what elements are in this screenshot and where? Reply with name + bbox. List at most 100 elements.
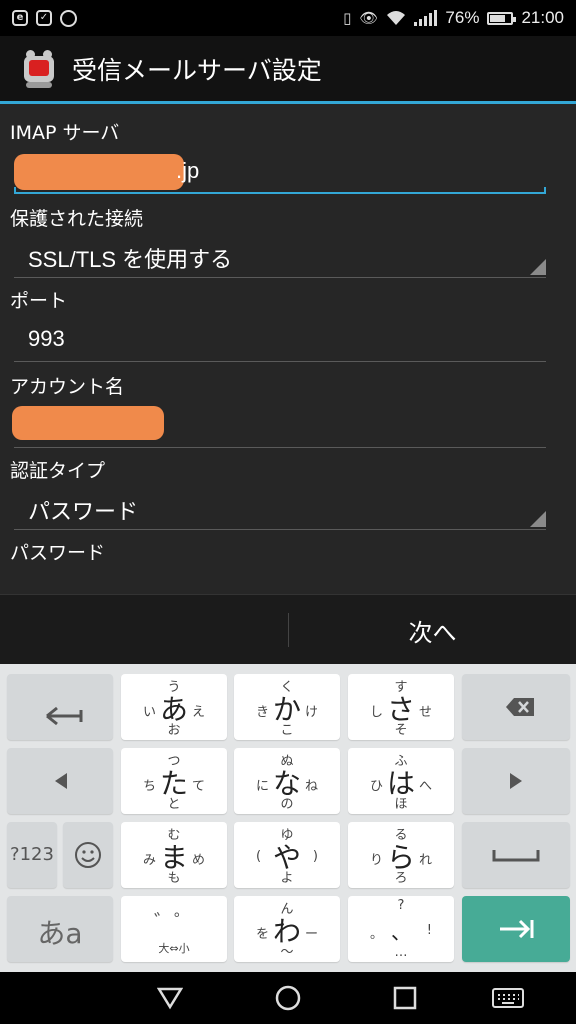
kana-down: の bbox=[280, 797, 294, 812]
emoji-key[interactable] bbox=[63, 822, 113, 888]
kana-left: し bbox=[370, 705, 384, 720]
vibrate-icon: ▯ bbox=[343, 9, 352, 27]
secure-connection-value: SSL/TLS を使用する bbox=[28, 247, 233, 272]
dropdown-arrow-icon bbox=[530, 511, 546, 527]
eye-icon: 👁 bbox=[359, 9, 379, 27]
server-settings-form: IMAP サーバ .jp 保護された接続 SSL/TLS を使用する ポート 9… bbox=[0, 104, 576, 594]
imap-server-label: IMAP サーバ bbox=[10, 122, 120, 144]
redaction-mark bbox=[12, 406, 164, 440]
kana-left: ち bbox=[143, 779, 157, 794]
kana-key-1-2[interactable]: はふほひへ bbox=[348, 748, 454, 814]
imap-server-value: .jp bbox=[176, 158, 200, 183]
clock: 21:00 bbox=[521, 8, 564, 27]
undo-key[interactable] bbox=[7, 674, 113, 740]
kana-key-1-0[interactable]: たつとちて bbox=[121, 748, 227, 814]
kana-left: ( bbox=[256, 849, 262, 864]
kana-left: に bbox=[256, 779, 270, 794]
home-nav-icon[interactable] bbox=[268, 982, 308, 1014]
auth-type-label: 認証タイプ bbox=[10, 460, 106, 482]
kana-right: え bbox=[191, 705, 205, 720]
kana-up: く bbox=[280, 680, 294, 695]
kana-down: と bbox=[167, 797, 181, 812]
port-input[interactable]: 993 bbox=[14, 318, 546, 362]
kana-key-wa[interactable]: わ ん 〜 を ー bbox=[234, 896, 340, 962]
kana-left: ひ bbox=[370, 779, 384, 794]
account-name-input[interactable] bbox=[12, 404, 546, 448]
circle-icon bbox=[60, 9, 77, 27]
kana-up: ぬ bbox=[280, 754, 294, 769]
kana-right: け bbox=[304, 705, 318, 720]
checkbox-icon: ✓ bbox=[36, 10, 52, 26]
recents-nav-icon[interactable] bbox=[385, 982, 425, 1014]
port-label: ポート bbox=[10, 290, 68, 312]
kana-key-0-0[interactable]: あうおいえ bbox=[121, 674, 227, 740]
kana-down: ほ bbox=[394, 797, 408, 812]
kana-up: う bbox=[167, 680, 181, 695]
dropdown-arrow-icon bbox=[530, 259, 546, 275]
navigation-bar bbox=[0, 972, 576, 1024]
cursor-right-key[interactable] bbox=[462, 748, 570, 814]
input-mode-key[interactable]: あa bbox=[7, 896, 113, 962]
kana-key-0-1[interactable]: かくこきけ bbox=[234, 674, 340, 740]
signal-icon bbox=[414, 10, 438, 26]
button-bar: 次へ bbox=[0, 594, 576, 664]
kana-key-2-2[interactable]: らるろりれ bbox=[348, 822, 454, 888]
kana-down: そ bbox=[394, 723, 408, 738]
password-label: パスワード bbox=[10, 542, 106, 564]
redaction-mark bbox=[14, 154, 184, 190]
auth-type-value: パスワード bbox=[28, 499, 139, 524]
e-icon: e bbox=[12, 10, 28, 26]
imap-server-input[interactable]: .jp bbox=[14, 150, 546, 194]
kana-key-1-1[interactable]: なぬのにね bbox=[234, 748, 340, 814]
kana-up: ゆ bbox=[280, 828, 294, 843]
japanese-keyboard: ?123 あa あうおいえかくこきけさすそしせたつとちてなぬのにねはふほひへまむ… bbox=[0, 664, 576, 972]
kana-up: す bbox=[394, 680, 408, 695]
kana-left: り bbox=[370, 853, 384, 868]
kana-left: き bbox=[256, 705, 270, 720]
kana-down: お bbox=[167, 723, 181, 738]
keyboard-nav-icon[interactable] bbox=[488, 982, 528, 1014]
next-button[interactable]: 次へ bbox=[289, 595, 576, 665]
wifi-icon bbox=[386, 10, 406, 26]
space-key[interactable] bbox=[462, 822, 570, 888]
enter-key[interactable] bbox=[462, 896, 570, 962]
cursor-left-key[interactable] bbox=[7, 748, 113, 814]
kana-right: れ bbox=[418, 853, 432, 868]
kana-key-0-2[interactable]: さすそしせ bbox=[348, 674, 454, 740]
punctuation-key[interactable]: 、 ? … 。 ! bbox=[348, 896, 454, 962]
port-value: 993 bbox=[28, 326, 65, 351]
kana-up: つ bbox=[167, 754, 181, 769]
back-button[interactable] bbox=[0, 595, 288, 665]
kana-right: て bbox=[191, 779, 205, 794]
kana-right: へ bbox=[418, 779, 432, 794]
account-name-label: アカウント名 bbox=[10, 376, 125, 398]
kana-up: む bbox=[167, 828, 181, 843]
kana-down: こ bbox=[280, 723, 294, 738]
kana-up: ふ bbox=[394, 754, 408, 769]
kana-down: よ bbox=[280, 871, 294, 886]
dakuten-key[interactable]: ゛゜ 大⇔小 bbox=[121, 896, 227, 962]
kana-left: い bbox=[143, 705, 157, 720]
kana-right: せ bbox=[418, 705, 432, 720]
action-bar: 受信メールサーバ設定 bbox=[0, 36, 576, 104]
auth-type-select[interactable]: パスワード bbox=[14, 486, 546, 530]
status-bar: e ✓ ▯ 👁 76% 21:00 bbox=[0, 0, 576, 36]
kana-right: ね bbox=[304, 779, 318, 794]
battery-icon bbox=[487, 11, 517, 25]
kana-down: ろ bbox=[394, 871, 408, 886]
kana-right: め bbox=[191, 853, 205, 868]
secure-connection-label: 保護された接続 bbox=[10, 208, 144, 230]
symbol-mode-key[interactable]: ?123 bbox=[7, 822, 57, 888]
kana-right: ) bbox=[312, 849, 318, 864]
kana-key-2-1[interactable]: やゆよ() bbox=[234, 822, 340, 888]
kana-down: も bbox=[167, 871, 181, 886]
backspace-key[interactable] bbox=[462, 674, 570, 740]
back-nav-icon[interactable] bbox=[150, 982, 190, 1014]
kana-key-2-0[interactable]: まむもみめ bbox=[121, 822, 227, 888]
battery-percent: 76% bbox=[445, 8, 480, 27]
app-icon bbox=[20, 48, 58, 90]
secure-connection-select[interactable]: SSL/TLS を使用する bbox=[14, 234, 546, 278]
kana-left: み bbox=[143, 853, 157, 868]
kana-up: る bbox=[394, 828, 408, 843]
page-title: 受信メールサーバ設定 bbox=[72, 55, 322, 85]
